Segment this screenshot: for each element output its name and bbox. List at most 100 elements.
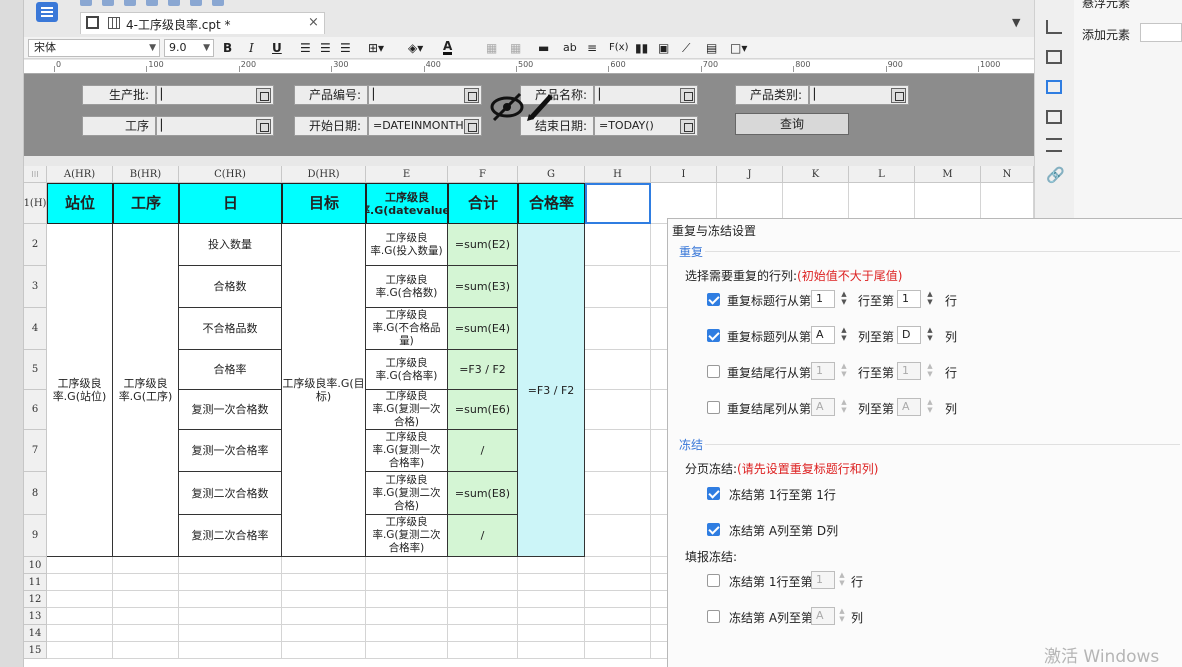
- grid-cell[interactable]: [366, 591, 448, 608]
- date-value-cell[interactable]: 工序级良率.G(合格率): [366, 350, 448, 390]
- picker-icon[interactable]: [256, 119, 271, 134]
- rich-text-icon[interactable]: ≡: [587, 41, 597, 55]
- grid-cell[interactable]: [585, 515, 651, 557]
- column-header[interactable]: L: [849, 166, 915, 183]
- total-formula-cell[interactable]: =sum(E4): [448, 308, 518, 350]
- grid-cell[interactable]: [282, 642, 366, 659]
- image-icon[interactable]: ▣: [658, 41, 669, 55]
- frame-icon[interactable]: □▾: [730, 41, 747, 55]
- grid-cell[interactable]: [448, 574, 518, 591]
- select-all-corner[interactable]: ⁝⁝⁝: [24, 166, 47, 183]
- app-menu-icon[interactable]: [36, 2, 58, 22]
- day-item-cell[interactable]: 复测一次合格数: [179, 390, 282, 430]
- border-icon[interactable]: ⊞▾: [368, 41, 384, 55]
- fill-freeze-rows-spinner[interactable]: 1: [811, 571, 835, 589]
- font-color-icon[interactable]: A: [443, 40, 453, 55]
- grid-cell[interactable]: [448, 608, 518, 625]
- r1-from-spinner[interactable]: 1: [811, 290, 835, 308]
- hide-eye-icon[interactable]: [490, 92, 524, 122]
- grid-cell[interactable]: [585, 472, 651, 515]
- grid-cell[interactable]: [179, 642, 282, 659]
- fill-freeze-cols-checkbox[interactable]: [707, 610, 720, 623]
- column-header[interactable]: E: [366, 166, 448, 183]
- end-date-input[interactable]: =TODAY(): [594, 116, 698, 136]
- merge-cells-icon[interactable]: ▦: [486, 41, 497, 55]
- r2-checkbox[interactable]: [707, 329, 720, 342]
- row-header[interactable]: 6: [24, 390, 47, 430]
- text-icon[interactable]: ab: [563, 41, 577, 55]
- template-settings-icon[interactable]: [1046, 110, 1062, 124]
- freeze-rows-checkbox[interactable]: [707, 487, 720, 500]
- header-cell-rate[interactable]: 合格率: [518, 183, 585, 224]
- grid-cell[interactable]: [47, 608, 113, 625]
- cut-icon[interactable]: [146, 0, 158, 6]
- grid-cell[interactable]: [585, 574, 651, 591]
- start-date-input[interactable]: =DATEINMONTH: [368, 116, 482, 136]
- selected-cell[interactable]: [585, 183, 651, 224]
- row-header[interactable]: 10: [24, 557, 47, 574]
- grid-cell[interactable]: [366, 608, 448, 625]
- column-header[interactable]: I: [651, 166, 717, 183]
- row-header[interactable]: 4: [24, 308, 47, 350]
- merged-cell-target[interactable]: 工序级良率.G(目标): [282, 224, 366, 557]
- calendar-icon[interactable]: [680, 119, 695, 134]
- grid-cell[interactable]: [366, 574, 448, 591]
- merged-cell-rate[interactable]: =F3 / F2: [518, 224, 585, 557]
- slash-icon[interactable]: ⟋: [682, 41, 690, 55]
- row-header[interactable]: 12: [24, 591, 47, 608]
- row-header[interactable]: 3: [24, 266, 47, 308]
- total-formula-cell[interactable]: =sum(E6): [448, 390, 518, 430]
- day-item-cell[interactable]: 复测二次合格率: [179, 515, 282, 557]
- grid-cell[interactable]: [585, 266, 651, 308]
- grid-cell[interactable]: [47, 642, 113, 659]
- day-item-cell[interactable]: 复测二次合格数: [179, 472, 282, 515]
- grid-cell[interactable]: [366, 642, 448, 659]
- column-header[interactable]: D(HR): [282, 166, 366, 183]
- date-value-cell[interactable]: 工序级良率.G(复测一次合格率): [366, 430, 448, 472]
- grid-cell[interactable]: [585, 625, 651, 642]
- day-item-cell[interactable]: 复测一次合格率: [179, 430, 282, 472]
- align-right-icon[interactable]: ☰: [340, 41, 351, 55]
- grid-cell[interactable]: [585, 430, 651, 472]
- grid-cell[interactable]: [448, 625, 518, 642]
- grid-cell[interactable]: [47, 591, 113, 608]
- unmerge-cells-icon[interactable]: ▦: [510, 41, 521, 55]
- header-cell-date[interactable]: 工序级良率.G(datevalue): [366, 183, 448, 224]
- tab-close-icon[interactable]: ×: [308, 15, 319, 30]
- column-header[interactable]: N: [981, 166, 1034, 183]
- r2-to-spinner[interactable]: D: [897, 326, 921, 344]
- grid-cell[interactable]: [113, 591, 179, 608]
- row-header[interactable]: 15: [24, 642, 47, 659]
- condition-attributes-icon[interactable]: [1046, 138, 1062, 152]
- grid-cell[interactable]: [47, 625, 113, 642]
- column-header[interactable]: G: [518, 166, 585, 183]
- grid-cell[interactable]: [518, 591, 585, 608]
- copy-icon[interactable]: [168, 0, 180, 6]
- r3-checkbox[interactable]: [707, 365, 720, 378]
- underline-button[interactable]: U: [272, 41, 282, 55]
- product-name-input[interactable]: ▏: [594, 85, 698, 105]
- spinner-arrows-icon[interactable]: ▲ ▼: [838, 398, 850, 416]
- r2-from-spinner[interactable]: A: [811, 326, 835, 344]
- edit-pencil-icon[interactable]: [525, 92, 555, 122]
- grid-cell[interactable]: [179, 591, 282, 608]
- grid-cell[interactable]: [366, 625, 448, 642]
- merged-cell-process[interactable]: 工序级良率.G(工序): [113, 224, 179, 557]
- grid-cell[interactable]: [282, 625, 366, 642]
- spinner-arrows-icon[interactable]: ▲ ▼: [838, 290, 850, 308]
- grid-cell[interactable]: [179, 608, 282, 625]
- r1-to-spinner[interactable]: 1: [897, 290, 921, 308]
- grid-cell[interactable]: [113, 642, 179, 659]
- batch-input[interactable]: ▏: [156, 85, 274, 105]
- hyperlink-icon[interactable]: 🔗: [1046, 166, 1065, 184]
- grid-cell[interactable]: [282, 557, 366, 574]
- paste-icon[interactable]: [190, 0, 202, 6]
- grid-view-icon[interactable]: [86, 16, 99, 29]
- grid-cell[interactable]: [179, 574, 282, 591]
- grid-cell[interactable]: [585, 350, 651, 390]
- header-cell-day[interactable]: 日: [179, 183, 282, 224]
- row-header[interactable]: 8: [24, 472, 47, 515]
- row-header[interactable]: 7: [24, 430, 47, 472]
- r4-to-spinner[interactable]: A: [897, 398, 921, 416]
- grid-cell[interactable]: [448, 642, 518, 659]
